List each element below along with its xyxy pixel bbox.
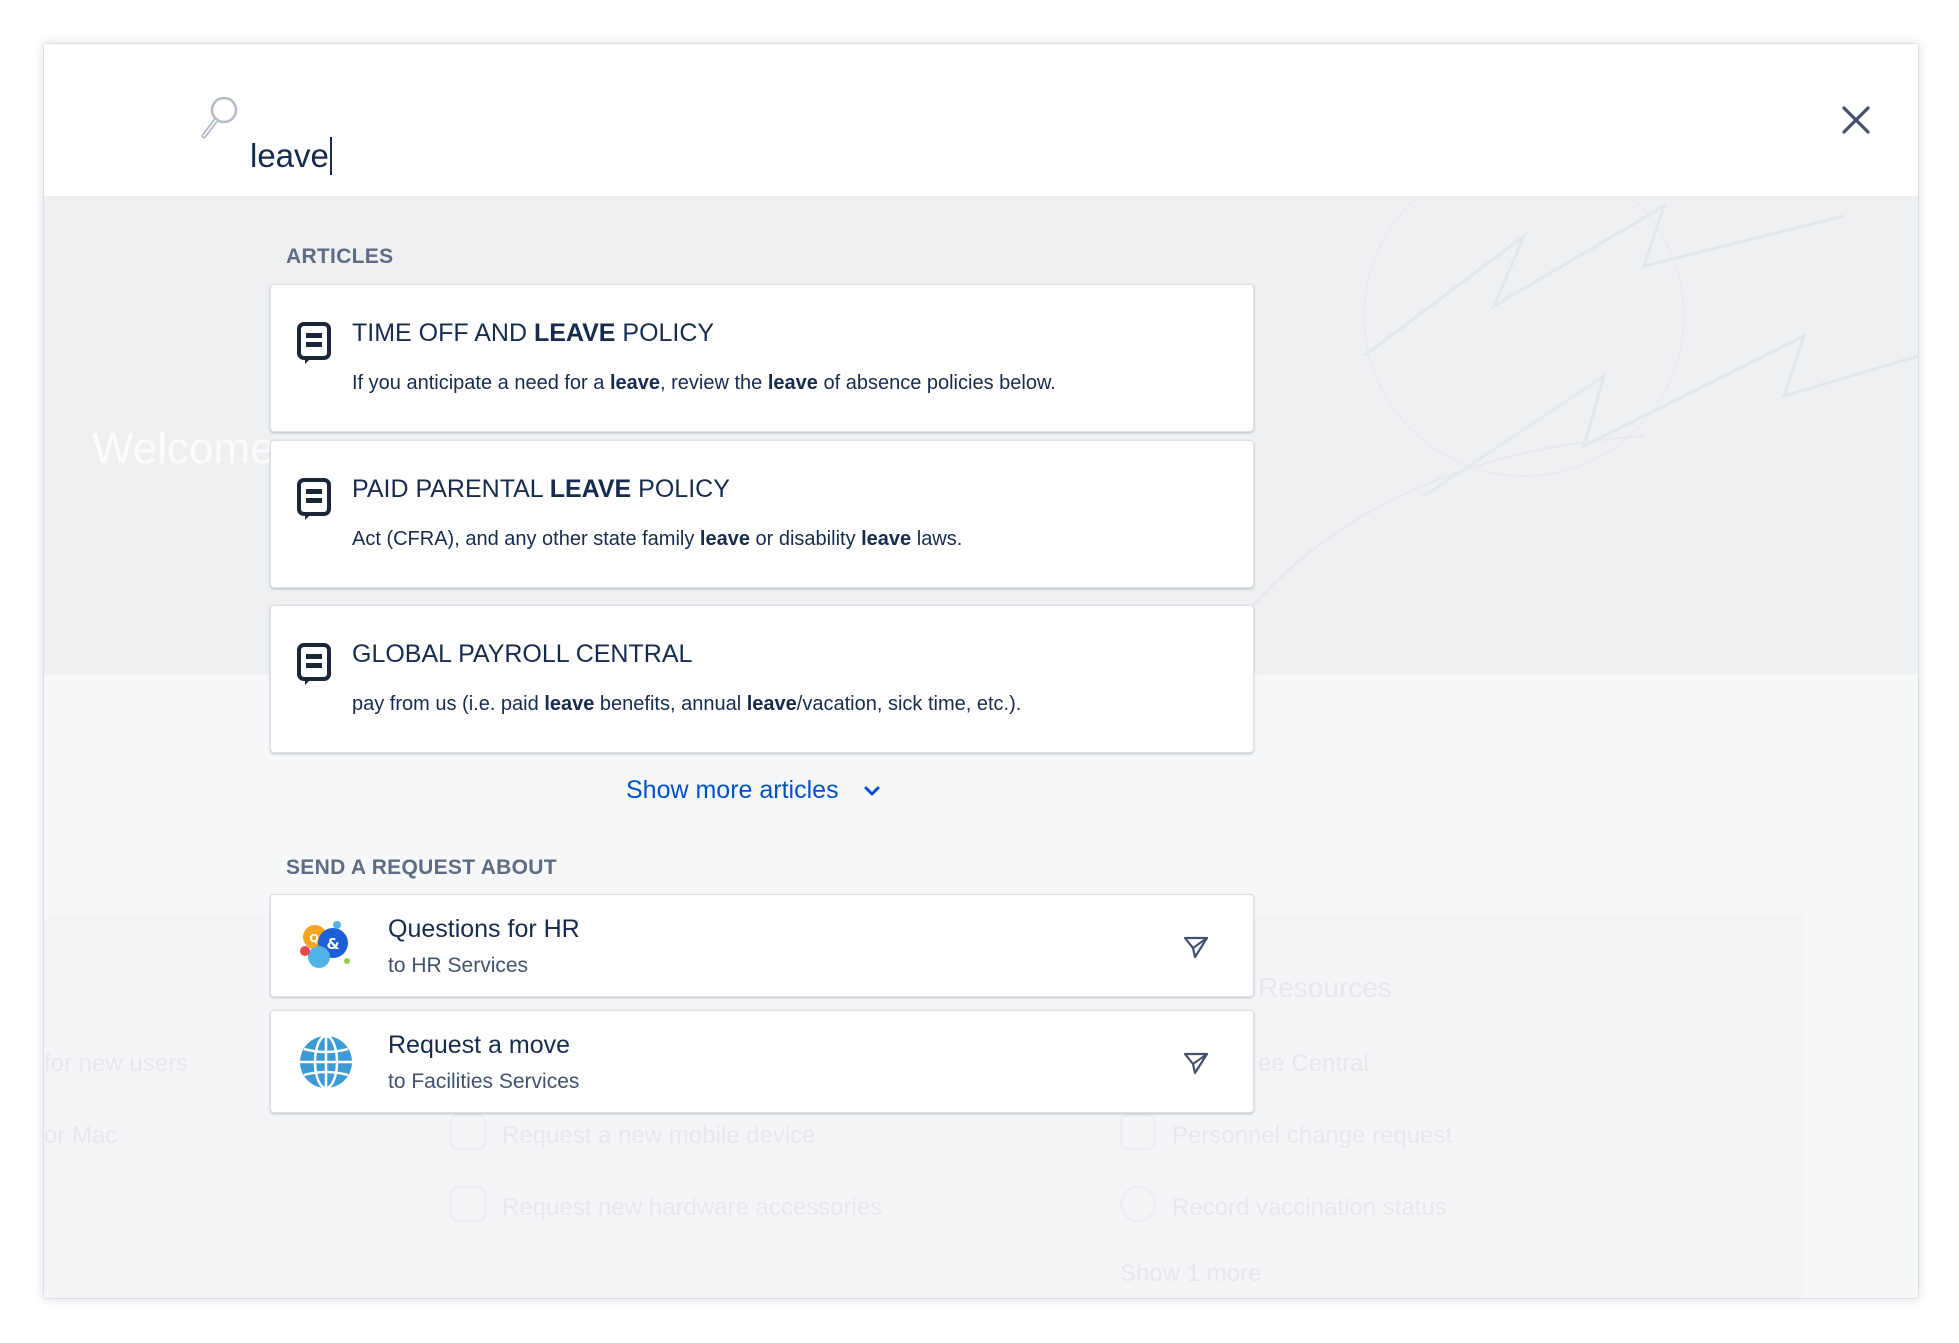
- article-icon: [297, 643, 331, 685]
- portal-show-more: Show 1 more: [1120, 1260, 1262, 1287]
- show-more-label: Show more articles: [626, 776, 839, 804]
- portal-link: ee Central: [1258, 1050, 1369, 1077]
- request-type-result[interactable]: & Q Questions for HR to HR Services: [270, 894, 1254, 997]
- svg-text:&: &: [326, 935, 339, 953]
- article-snippet: Act (CFRA), and any other state family l…: [352, 528, 963, 550]
- article-snippet: pay from us (i.e. paid leave benefits, a…: [352, 693, 1022, 715]
- search-modal: Welcome for new users or Mac Request a n…: [44, 44, 1918, 1298]
- vaccination-icon: [1120, 1186, 1156, 1222]
- request-type-result[interactable]: Request a move to Facilities Services: [270, 1010, 1254, 1113]
- search-query-text: leave: [250, 137, 329, 174]
- article-result[interactable]: PAID PARENTAL LEAVE POLICY Act (CFRA), a…: [270, 440, 1254, 588]
- portal-link: Record vaccination status: [1172, 1194, 1447, 1221]
- portal-link: or Mac: [44, 1122, 118, 1149]
- article-title: TIME OFF AND LEAVE POLICY: [352, 319, 715, 347]
- text-caret: [329, 137, 332, 175]
- mobile-device-icon: [450, 1114, 486, 1150]
- send-icon: [1183, 936, 1209, 959]
- close-icon[interactable]: [1836, 100, 1876, 140]
- article-title: PAID PARENTAL LEAVE POLICY: [352, 475, 730, 503]
- request-subtitle: to HR Services: [388, 954, 529, 977]
- send-icon: [1183, 1052, 1209, 1075]
- personnel-icon: [1120, 1114, 1156, 1150]
- request-title: Questions for HR: [388, 915, 580, 943]
- portal-link: Personnel change request: [1172, 1122, 1453, 1149]
- article-icon: [297, 478, 331, 520]
- articles-heading: ARTICLES: [286, 245, 394, 268]
- article-snippet: If you anticipate a need for a leave, re…: [352, 372, 1056, 394]
- article-icon: [297, 322, 331, 364]
- portal-link: for new users: [44, 1050, 189, 1077]
- article-result[interactable]: GLOBAL PAYROLL CENTRAL pay from us (i.e.…: [270, 605, 1254, 753]
- svg-text:Q: Q: [309, 932, 318, 945]
- globe-icon: [300, 1034, 352, 1090]
- article-title: GLOBAL PAYROLL CENTRAL: [352, 640, 693, 668]
- request-title: Request a move: [388, 1031, 571, 1059]
- show-more-articles-button[interactable]: Show more articles: [626, 776, 881, 805]
- hardware-icon: [450, 1186, 486, 1222]
- portal-section-title: Resources: [1258, 972, 1392, 1003]
- request-subtitle: to Facilities Services: [388, 1070, 580, 1093]
- portal-welcome-title: Welcome: [92, 424, 275, 473]
- hr-chat-bubbles-icon: & Q: [300, 921, 350, 968]
- search-input[interactable]: leave: [250, 134, 1450, 178]
- search-header: leave: [44, 44, 1918, 196]
- chevron-down-icon: [864, 786, 880, 795]
- requests-heading: SEND A REQUEST ABOUT: [286, 856, 557, 879]
- portal-link: Request a new mobile device: [502, 1122, 816, 1149]
- search-icon: [201, 96, 238, 139]
- portal-link: Request new hardware accessories: [502, 1194, 883, 1221]
- article-result[interactable]: TIME OFF AND LEAVE POLICY If you anticip…: [270, 284, 1254, 432]
